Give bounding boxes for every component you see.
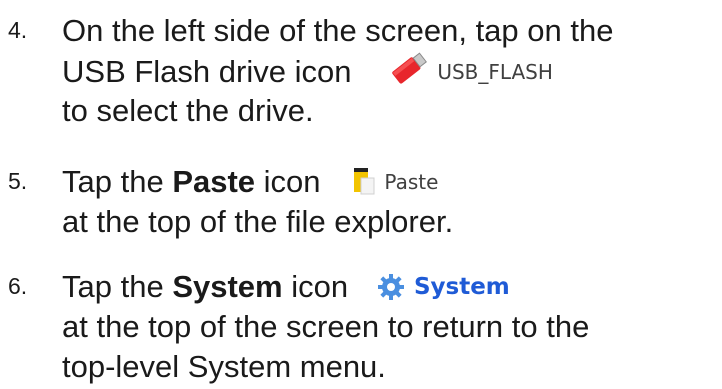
system-label: System bbox=[413, 274, 510, 300]
step-number: 4. bbox=[8, 17, 28, 43]
paste-label: Paste bbox=[384, 170, 439, 194]
step-5-prefix: Tap the bbox=[62, 164, 173, 199]
step-6-bold: System bbox=[172, 269, 283, 304]
step-5-line-1: Tap the Paste icon Paste bbox=[62, 163, 438, 204]
step-number: 6. bbox=[8, 273, 28, 299]
step-4-line-1: On the left side of the screen, tap on t… bbox=[62, 13, 614, 48]
step-number: 5. bbox=[8, 168, 28, 194]
step-6-line-1: Tap the System icon System bbox=[62, 268, 510, 309]
system-gear-icon bbox=[377, 272, 405, 309]
step-4-text: USB Flash drive icon bbox=[62, 54, 352, 89]
step-6-suffix: icon bbox=[282, 269, 349, 304]
step-6-line-3: top-level System menu. bbox=[62, 349, 386, 384]
step-4-line-3: to select the drive. bbox=[62, 93, 314, 128]
step-6-line-2: at the top of the screen to return to th… bbox=[62, 309, 590, 344]
usb-flash-drive-icon bbox=[389, 52, 429, 94]
step-4-line-2: USB Flash drive icon USB_FLASH bbox=[62, 52, 553, 94]
step-5-line-2: at the top of the file explorer. bbox=[62, 204, 454, 239]
step-5-suffix: icon bbox=[255, 164, 321, 199]
paste-icon bbox=[352, 166, 376, 204]
step-6-prefix: Tap the bbox=[62, 269, 173, 304]
usb-flash-label: USB_FLASH bbox=[437, 60, 553, 84]
step-5-bold: Paste bbox=[172, 164, 256, 199]
